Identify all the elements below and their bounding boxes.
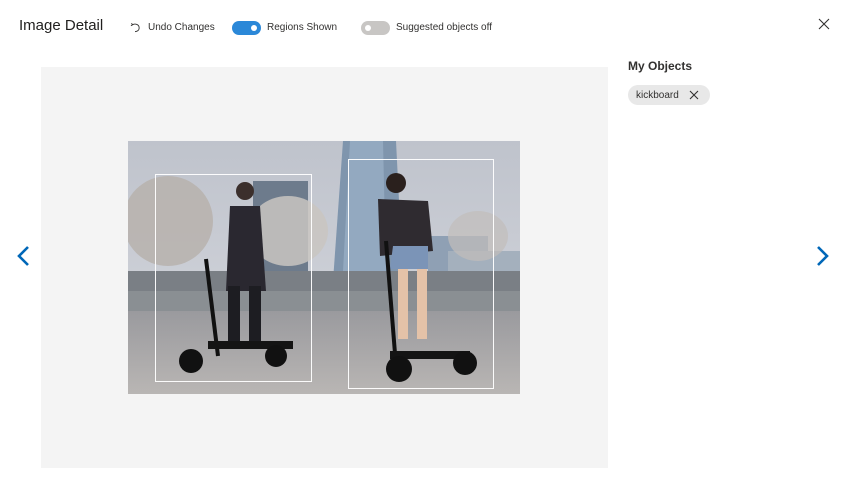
- region-box-left[interactable]: [155, 174, 312, 382]
- regions-shown-toggle[interactable]: [232, 21, 261, 35]
- close-icon: [818, 18, 830, 30]
- chevron-right-icon: [817, 246, 829, 266]
- undo-changes-label: Undo Changes: [148, 21, 215, 33]
- undo-icon: [130, 22, 140, 32]
- toggle-knob: [365, 25, 371, 31]
- my-objects-title: My Objects: [628, 59, 693, 73]
- next-image-button[interactable]: [814, 245, 830, 267]
- regions-shown-label: Regions Shown: [267, 22, 338, 33]
- undo-changes-button[interactable]: Undo Changes: [130, 19, 215, 35]
- object-tag-chip[interactable]: kickboard: [628, 85, 710, 105]
- close-icon[interactable]: [689, 90, 699, 100]
- dialog-header: Image Detail Undo Changes Regions Shown …: [0, 0, 846, 56]
- suggested-objects-label: Suggested objects off: [396, 22, 492, 33]
- toggle-knob: [251, 25, 257, 31]
- object-tag-label: kickboard: [636, 89, 679, 101]
- region-box-right[interactable]: [348, 159, 494, 389]
- previous-image-button[interactable]: [16, 245, 32, 267]
- chevron-left-icon: [17, 246, 29, 266]
- suggested-objects-toggle[interactable]: [361, 21, 390, 35]
- page-title: Image Detail: [19, 17, 104, 34]
- close-button[interactable]: [817, 17, 831, 31]
